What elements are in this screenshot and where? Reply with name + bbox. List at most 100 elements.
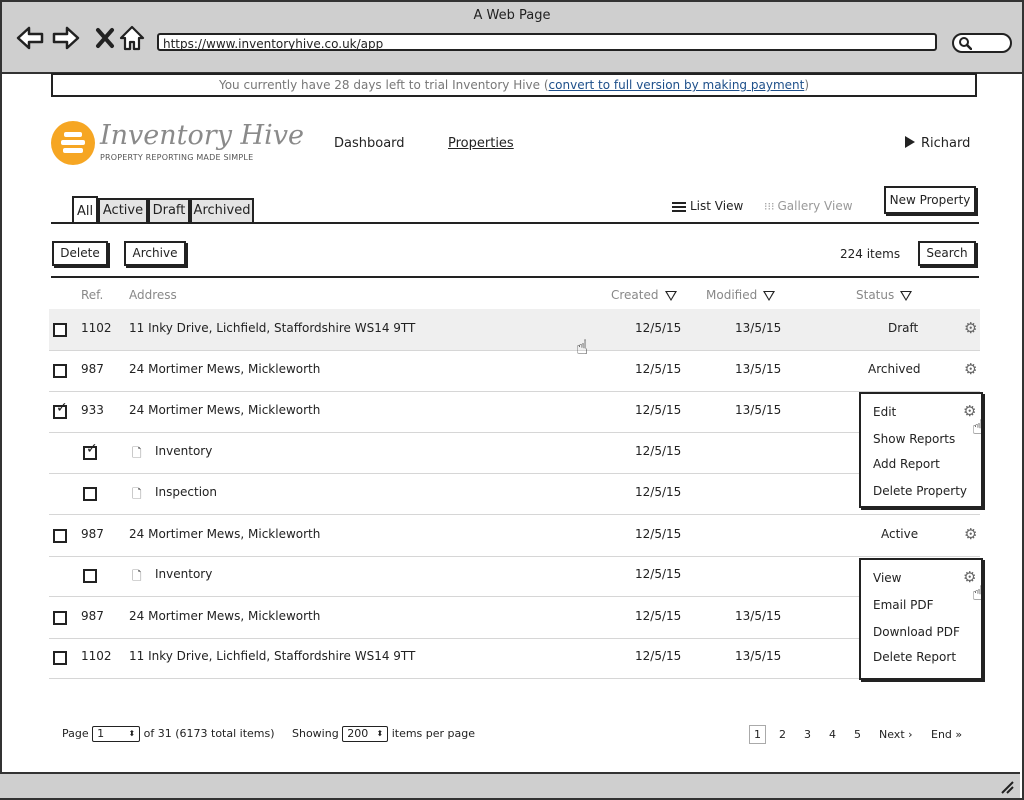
address-bar[interactable]: https://www.inventoryhive.co.uk/app xyxy=(157,33,937,51)
table-row[interactable]: ✓ 933 24 Mortimer Mews, Mickleworth 12/5… xyxy=(49,391,980,433)
menu-show-reports[interactable]: Show Reports xyxy=(873,432,955,446)
browser-statusbar xyxy=(0,772,1020,798)
col-ref: Ref. xyxy=(81,288,104,302)
page-selector: Page 1 ⬍ of 31 (6173 total items) xyxy=(62,726,275,742)
row-created: 12/5/15 xyxy=(635,649,682,663)
row-ref: 987 xyxy=(81,609,104,623)
spinner-icon: ⬍ xyxy=(376,729,384,738)
row-ref: 933 xyxy=(81,403,104,417)
menu-add-report[interactable]: Add Report xyxy=(873,457,940,471)
tab-archived[interactable]: Archived xyxy=(190,198,254,222)
user-menu[interactable]: Richard xyxy=(905,135,970,151)
pdf-document-icon: 🗋 xyxy=(132,446,142,460)
row-checkbox-checked[interactable]: ✓ xyxy=(53,401,68,419)
sort-down-icon[interactable] xyxy=(664,290,677,301)
nav-dashboard[interactable]: Dashboard xyxy=(334,136,405,151)
table-row[interactable]: 987 24 Mortimer Mews, Mickleworth 12/5/1… xyxy=(49,597,980,639)
report-name: Inventory xyxy=(155,444,213,458)
home-icon[interactable] xyxy=(118,24,146,52)
row-created: 12/5/15 xyxy=(635,609,682,623)
report-row[interactable]: 🗋 Inventory 12/5/15 xyxy=(49,555,980,597)
item-count: 224 items xyxy=(840,247,901,261)
table-row[interactable]: 1102 11 Inky Drive, Lichfield, Staffords… xyxy=(49,637,980,679)
pdf-document-icon: 🗋 xyxy=(132,569,142,583)
convert-payment-link[interactable]: convert to full version by making paymen… xyxy=(549,78,805,92)
forward-arrow-icon[interactable] xyxy=(52,24,80,52)
nav-properties[interactable]: Properties xyxy=(448,136,514,151)
gallery-view-toggle[interactable]: ⁝⁝⁝ Gallery View xyxy=(764,199,853,213)
gear-icon[interactable]: ⚙ xyxy=(964,321,977,336)
close-x-icon[interactable] xyxy=(92,24,120,52)
report-checkbox[interactable] xyxy=(83,487,97,501)
col-modified[interactable]: Modified xyxy=(706,288,776,302)
next-page-link[interactable]: Next › xyxy=(879,728,913,741)
check-icon: ✓ xyxy=(86,441,98,457)
report-row[interactable]: 🗋 Inspection 12/5/15 xyxy=(49,473,980,515)
logo-title: Inventory Hive xyxy=(100,120,304,151)
row-modified: 13/5/15 xyxy=(735,403,782,417)
per-page-select[interactable]: 200 ⬍ xyxy=(342,726,389,742)
tab-draft[interactable]: Draft xyxy=(148,198,190,222)
gear-icon[interactable]: ⚙ xyxy=(964,527,977,542)
browser-search-field[interactable] xyxy=(952,33,1012,53)
page-link-5[interactable]: 5 xyxy=(854,728,861,741)
menu-view[interactable]: View xyxy=(873,571,901,585)
page-link-1[interactable]: 1 xyxy=(749,725,766,744)
page-link-2[interactable]: 2 xyxy=(779,728,786,741)
table-row[interactable]: 987 24 Mortimer Mews, Mickleworth 12/5/1… xyxy=(49,350,980,392)
list-view-toggle[interactable]: List View xyxy=(672,199,743,213)
menu-delete-property[interactable]: Delete Property xyxy=(873,484,967,498)
list-divider xyxy=(51,276,979,278)
resize-grip-icon[interactable] xyxy=(1000,780,1014,794)
sort-down-icon[interactable] xyxy=(900,290,913,301)
row-created: 12/5/15 xyxy=(635,403,682,417)
menu-delete-report[interactable]: Delete Report xyxy=(873,650,956,664)
page-link-3[interactable]: 3 xyxy=(804,728,811,741)
sort-down-icon[interactable] xyxy=(763,290,776,301)
page-select[interactable]: 1 ⬍ xyxy=(92,726,141,742)
row-ref: 987 xyxy=(81,527,104,541)
table-row[interactable]: 1102 11 Inky Drive, Lichfield, Staffords… xyxy=(49,309,980,351)
report-created: 12/5/15 xyxy=(635,444,682,458)
archive-button[interactable]: Archive xyxy=(124,241,186,266)
menu-download-pdf[interactable]: Download PDF xyxy=(873,625,960,639)
end-page-link[interactable]: End » xyxy=(931,728,962,741)
row-ref: 987 xyxy=(81,362,104,376)
window-title: A Web Page xyxy=(473,8,551,23)
delete-button[interactable]: Delete xyxy=(52,241,108,266)
row-address: 24 Mortimer Mews, Mickleworth xyxy=(129,403,321,417)
menu-email-pdf[interactable]: Email PDF xyxy=(873,598,934,612)
row-checkbox[interactable] xyxy=(53,529,67,543)
list-icon xyxy=(672,201,686,212)
gear-icon[interactable]: ⚙ xyxy=(964,362,977,377)
row-created: 12/5/15 xyxy=(635,362,682,376)
row-checkbox[interactable] xyxy=(53,611,67,625)
tab-divider xyxy=(51,222,979,224)
table-row[interactable]: 987 24 Mortimer Mews, Mickleworth 12/5/1… xyxy=(49,515,980,557)
hive-logo-icon xyxy=(51,121,95,165)
report-row[interactable]: ✓ 🗋 Inventory 12/5/15 xyxy=(49,432,980,474)
menu-edit[interactable]: Edit xyxy=(873,405,896,419)
search-icon xyxy=(959,37,972,50)
col-created[interactable]: Created xyxy=(611,288,677,302)
logo-tagline: PROPERTY REPORTING MADE SIMPLE xyxy=(100,153,254,162)
search-button[interactable]: Search xyxy=(918,241,976,266)
report-checkbox-checked[interactable]: ✓ xyxy=(83,442,98,460)
row-checkbox[interactable] xyxy=(53,364,67,378)
report-name: Inspection xyxy=(155,485,217,499)
property-actions-menu: Edit Show Reports Add Report Delete Prop… xyxy=(859,392,983,508)
tab-active[interactable]: Active xyxy=(98,198,148,222)
hand-cursor-icon: ☝ xyxy=(972,581,985,605)
new-property-button[interactable]: New Property xyxy=(884,186,976,214)
row-checkbox[interactable] xyxy=(53,651,67,665)
report-checkbox[interactable] xyxy=(83,569,97,583)
col-status[interactable]: Status xyxy=(856,288,913,302)
page-link-4[interactable]: 4 xyxy=(829,728,836,741)
row-checkbox[interactable] xyxy=(53,323,67,337)
per-page-selector: Showing 200 ⬍ items per page xyxy=(292,726,476,742)
back-arrow-icon[interactable] xyxy=(16,24,44,52)
row-address: 11 Inky Drive, Lichfield, Staffordshire … xyxy=(129,649,416,663)
spinner-icon: ⬍ xyxy=(128,729,136,738)
tab-all[interactable]: All xyxy=(72,196,98,223)
check-icon: ✓ xyxy=(56,400,68,416)
